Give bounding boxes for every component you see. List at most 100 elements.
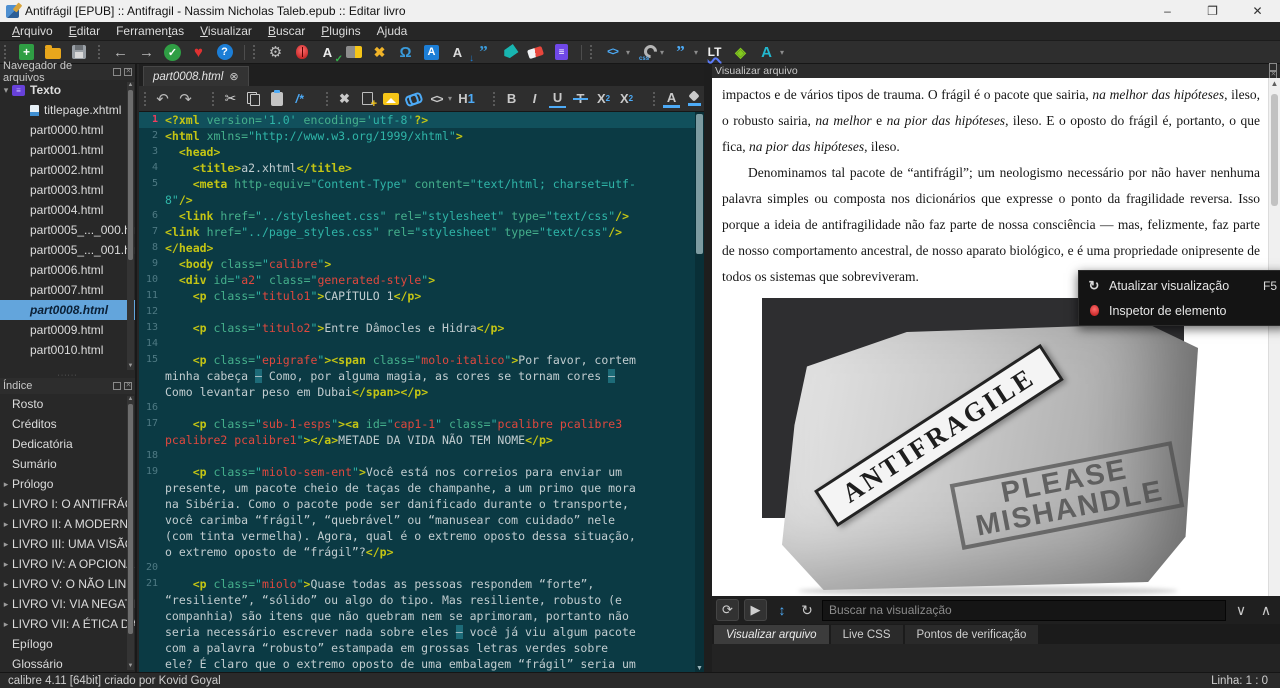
context-menu-item[interactable]: ↻ Atualizar visualização F5 xyxy=(1079,273,1280,298)
undo-icon[interactable]: ↶ xyxy=(154,90,171,108)
close-panel-icon[interactable] xyxy=(124,67,132,76)
font-color-icon[interactable]: A xyxy=(663,90,681,108)
background-color-icon[interactable] xyxy=(686,90,703,108)
file-item[interactable]: part0009.html xyxy=(0,320,135,340)
superscript-icon[interactable]: X2 xyxy=(618,90,635,108)
code-block-icon[interactable]: <> xyxy=(428,90,445,108)
dropdown-arrow-icon[interactable]: ▾ xyxy=(448,94,452,103)
file-item[interactable]: part0007.html xyxy=(0,280,135,300)
context-menu-item[interactable]: Inspetor de elemento xyxy=(1079,298,1280,323)
code-line[interactable]: 13 <p class="titulo2">Entre Dâmocles e H… xyxy=(139,320,704,336)
code-line[interactable]: 7 <link href="../page_styles.css" rel="st… xyxy=(139,224,704,240)
insert-snippet-icon[interactable] xyxy=(359,90,377,110)
file-item[interactable]: part0010.html xyxy=(0,340,135,360)
underline-icon[interactable]: U xyxy=(549,90,567,108)
open-folder-icon[interactable] xyxy=(43,43,62,62)
preview-search-input[interactable] xyxy=(822,599,1226,621)
code-line[interactable]: 6 <link href="../stylesheet.css" rel="st… xyxy=(139,208,704,224)
code-line[interactable]: 20 xyxy=(139,560,704,576)
refresh-icon[interactable]: ↻ xyxy=(797,599,817,621)
languagetool-icon[interactable]: LT xyxy=(705,43,724,62)
new-file-icon[interactable]: + xyxy=(17,43,36,62)
editor-tab[interactable]: part0008.html ⊗ xyxy=(143,66,249,86)
code-line[interactable]: 10 <div id="a2" class="generated-style"> xyxy=(139,272,704,288)
strikethrough-icon[interactable]: T xyxy=(572,90,589,108)
diamond-plugin-icon[interactable]: ◈ xyxy=(731,43,750,62)
toc-item[interactable]: Epílogo xyxy=(0,634,135,654)
toc-item[interactable]: ▸ LIVRO VII: A ÉTICA DA... xyxy=(0,614,135,634)
menu-ferramentas[interactable]: Ferramentas xyxy=(108,22,192,40)
toc-scrollbar[interactable]: ▲ ▼ xyxy=(127,396,134,670)
save-icon[interactable] xyxy=(69,43,88,62)
help-icon[interactable]: ? xyxy=(215,43,234,62)
file-item[interactable]: part0002.html xyxy=(0,160,135,180)
reports-icon[interactable]: ≡ xyxy=(552,43,571,62)
preview-tab-pontos-de-verificação[interactable]: Pontos de verificação xyxy=(904,625,1039,644)
file-item[interactable]: part0001.html xyxy=(0,140,135,160)
toc-item[interactable]: Glossário xyxy=(0,654,135,672)
subset-fonts-icon[interactable]: A xyxy=(448,43,474,64)
paste-icon[interactable] xyxy=(268,89,285,108)
redo-icon[interactable]: ↷ xyxy=(177,90,194,108)
code-line[interactable]: 17 <p class="sub-1-esps"><a id="cap1-1" … xyxy=(139,416,704,448)
code-line[interactable]: 2 <html xmlns="http://www.w3.org/1999/xht… xyxy=(139,128,704,144)
fix-html-icon[interactable]: ✖ xyxy=(336,90,353,108)
toc-item[interactable]: Dedicatória xyxy=(0,434,135,454)
comment-icon[interactable]: /* xyxy=(291,90,308,108)
file-item[interactable]: part0003.html xyxy=(0,180,135,200)
toc-item[interactable]: ▸ LIVRO II: A MODERNI... xyxy=(0,514,135,534)
check-book-bug-icon[interactable] xyxy=(292,43,311,62)
code-line[interactable]: 21 <p class="miolo">Quase todas as pesso… xyxy=(139,576,704,672)
toc-item[interactable]: Sumário xyxy=(0,454,135,474)
file-item[interactable]: part0004.html xyxy=(0,200,135,220)
embed-fonts-icon[interactable]: A xyxy=(422,43,441,62)
tag-icon[interactable] xyxy=(500,43,519,62)
code-line[interactable]: 5 <meta http-equiv="Content-Type" conten… xyxy=(139,176,704,208)
menu-editar[interactable]: Editar xyxy=(61,22,108,40)
file-category-texto[interactable]: ▾ ≡ Texto xyxy=(0,80,135,100)
maximize-icon[interactable]: ❐ xyxy=(1190,0,1235,22)
subscript-icon[interactable]: X2 xyxy=(595,90,612,108)
file-item[interactable]: part0005_..._000.html xyxy=(0,220,135,240)
run-icon[interactable]: ▶ xyxy=(744,599,767,621)
heading-icon[interactable]: H1 xyxy=(458,90,475,108)
code-line[interactable]: 14 xyxy=(139,336,704,352)
dropdown-arrow-icon[interactable]: ▾ xyxy=(694,48,698,57)
editor-preview-splitter[interactable] xyxy=(704,64,712,672)
insert-link-icon[interactable] xyxy=(405,90,422,108)
bold-icon[interactable]: B xyxy=(503,90,520,108)
quotes-tool-icon[interactable]: ” xyxy=(671,42,690,62)
forward-arrow-icon[interactable]: → xyxy=(137,43,156,62)
toc-item[interactable]: ▸ LIVRO I: O ANTIFRÁGI... xyxy=(0,494,135,514)
close-icon[interactable]: ✕ xyxy=(1235,0,1280,22)
toc-item[interactable]: Créditos xyxy=(0,414,135,434)
toc-item[interactable]: ▸ LIVRO V: O NÃO LINE... xyxy=(0,574,135,594)
code-line[interactable]: 1 <?xml version='1.0' encoding='utf-8'?> xyxy=(139,112,704,128)
code-line[interactable]: 15 <p class="epigrafe"><span class="molo… xyxy=(139,352,704,400)
reload-preview-icon[interactable]: ⟳ xyxy=(716,599,739,621)
chevron-down-icon[interactable]: ∨ xyxy=(1231,599,1251,621)
insert-image-icon[interactable] xyxy=(382,90,399,108)
code-line[interactable]: 19 <p class="miolo-sem-ent">Você está no… xyxy=(139,464,704,560)
close-panel-icon[interactable] xyxy=(124,381,132,390)
italic-icon[interactable]: I xyxy=(526,90,543,108)
toc-item[interactable]: ▸ LIVRO III: UMA VISÃO ... xyxy=(0,534,135,554)
float-panel-icon[interactable] xyxy=(113,68,121,76)
menu-visualizar[interactable]: Visualizar xyxy=(192,22,260,40)
back-arrow-icon[interactable]: ← xyxy=(111,43,130,62)
preview-tab-visualizar-arquivo[interactable]: Visualizar arquivo xyxy=(714,625,829,644)
file-item[interactable]: part0005_..._001.html xyxy=(0,240,135,260)
spellcheck-icon[interactable]: A xyxy=(318,43,343,65)
copy-icon[interactable] xyxy=(245,90,262,108)
arrange-code-icon[interactable]: <> xyxy=(603,43,622,62)
plugin-a-icon[interactable]: A xyxy=(757,43,776,62)
toc-item[interactable]: Rosto xyxy=(0,394,135,414)
file-item[interactable]: part0008.html xyxy=(0,300,135,320)
code-line[interactable]: 9 <body class="calibre"> xyxy=(139,256,704,272)
file-item[interactable]: titlepage.xhtml xyxy=(0,100,135,120)
tab-close-icon[interactable]: ⊗ xyxy=(229,70,238,83)
preview-tab-live-css[interactable]: Live CSS xyxy=(830,625,903,644)
menu-buscar[interactable]: Buscar xyxy=(260,22,313,40)
file-item[interactable]: part0006.html xyxy=(0,260,135,280)
preferences-gear-icon[interactable]: ⚙ xyxy=(266,43,285,62)
